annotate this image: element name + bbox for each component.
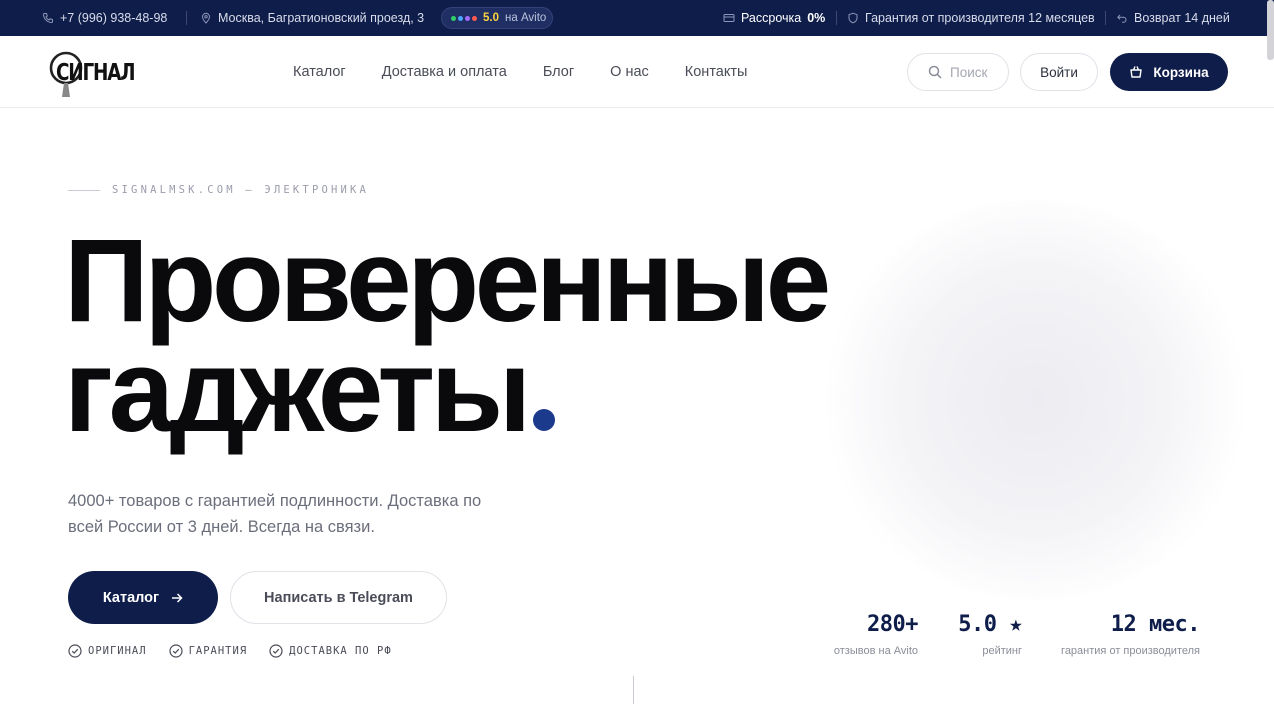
logo-text: СИГНАЛ: [56, 60, 136, 86]
stat-value: 12 мес.: [1110, 612, 1201, 637]
nav-item-delivery[interactable]: Доставка и оплата: [382, 64, 507, 80]
telegram-button-label: Написать в Telegram: [264, 589, 413, 606]
location-pin-icon: [201, 12, 211, 24]
address-link[interactable]: Москва, Багратионовский проезд, 3: [200, 0, 424, 36]
return-arrow-icon: [1117, 14, 1127, 23]
installment-info: Рассрочка 0%: [723, 0, 825, 36]
telegram-button[interactable]: Написать в Telegram: [230, 571, 447, 624]
stat-warranty: 12 мес. гарантия от производителя: [1040, 612, 1200, 657]
stat-rating: 5.0 ★ рейтинг: [930, 612, 1022, 657]
stat-label: рейтинг: [982, 645, 1022, 657]
search-icon: [928, 65, 942, 79]
divider: [1105, 11, 1106, 25]
check-circle-icon: [68, 644, 82, 658]
scroll-indicator: [633, 676, 634, 704]
badge-delivery: ДОСТАВКА ПО РФ: [269, 644, 392, 658]
logo[interactable]: СИГНАЛ: [48, 46, 138, 98]
hero-title-line2: гаджеты: [64, 325, 531, 457]
cart-button[interactable]: Корзина: [1110, 53, 1228, 91]
warranty-text: Гарантия от производителя 12 месяцев: [865, 11, 1095, 25]
nav-item-catalog[interactable]: Каталог: [293, 64, 346, 80]
installment-value: 0%: [807, 11, 826, 25]
hero-eyebrow: SIGNALMSK.COM — ЭЛЕКТРОНИКА: [68, 184, 369, 196]
nav-item-contacts[interactable]: Контакты: [685, 64, 748, 80]
check-circle-icon: [269, 644, 283, 658]
avito-rating-badge[interactable]: 5.0 на Avito: [441, 7, 553, 29]
warranty-info: Гарантия от производителя 12 месяцев: [847, 0, 1095, 36]
avito-logo-icon: [451, 15, 477, 21]
check-circle-icon: [168, 644, 183, 658]
search-label: Поиск: [950, 64, 988, 80]
avito-label: на Avito: [505, 12, 547, 24]
accent-dot: [532, 409, 555, 431]
login-button[interactable]: Войти: [1020, 53, 1098, 91]
badge-original: ОРИГИНАЛ: [68, 644, 147, 658]
hero-lead: 4000+ товаров с гарантией подлинности. Д…: [68, 492, 482, 536]
stat-label: гарантия от производителя: [1061, 645, 1200, 657]
address-text: Москва, Багратионовский проезд, 3: [218, 11, 425, 25]
badge-label: ГАРАНТИЯ: [188, 645, 248, 657]
page-scrollbar[interactable]: [1267, 0, 1274, 60]
card-icon: [723, 14, 735, 22]
trust-badges: ОРИГИНАЛ ГАРАНТИЯ ДОСТАВКА ПО РФ: [68, 644, 392, 658]
phone-link[interactable]: +7 (996) 938-48-98: [42, 0, 167, 36]
main-nav: Каталог Доставка и оплата Блог О нас Кон…: [293, 36, 747, 108]
hero-title: Проверенные гаджеты: [64, 222, 831, 450]
avito-score: 5.0: [483, 12, 499, 24]
return-text: Возврат 14 дней: [1134, 11, 1230, 25]
arrow-right-icon: [172, 592, 183, 603]
phone-number: +7 (996) 938-48-98: [60, 11, 168, 25]
eyebrow-text: SIGNALMSK.COM — ЭЛЕКТРОНИКА: [112, 184, 370, 196]
nav-item-about[interactable]: О нас: [610, 64, 649, 80]
search-button[interactable]: Поиск: [907, 53, 1009, 91]
nav-item-blog[interactable]: Блог: [543, 64, 574, 80]
top-info-bar: +7 (996) 938-48-98 Москва, Багратионовск…: [0, 0, 1274, 36]
stat-value: 5.0 ★: [958, 612, 1022, 637]
login-label: Войти: [1040, 64, 1078, 80]
shield-icon: [848, 12, 858, 24]
catalog-button-label: Каталог: [102, 589, 160, 606]
divider: [186, 11, 187, 25]
basket-icon: [1130, 66, 1143, 78]
phone-icon: [42, 13, 53, 24]
eyebrow-line: [68, 189, 100, 191]
installment-label: Рассрочка: [741, 11, 802, 25]
cart-label: Корзина: [1153, 64, 1209, 80]
badge-label: ОРИГИНАЛ: [88, 645, 147, 657]
stat-value: 280+: [867, 612, 918, 637]
site-header: СИГНАЛ Каталог Доставка и оплата Блог О …: [0, 36, 1274, 108]
background-glow: [820, 200, 1250, 600]
stat-label: отзывов на Avito: [833, 645, 918, 657]
divider: [836, 11, 837, 25]
catalog-button[interactable]: Каталог: [68, 571, 218, 624]
stat-reviews: 280+ отзывов на Avito: [828, 612, 919, 657]
badge-label: ДОСТАВКА ПО РФ: [289, 645, 392, 657]
return-info: Возврат 14 дней: [1116, 0, 1230, 36]
badge-warranty: ГАРАНТИЯ: [168, 644, 248, 658]
